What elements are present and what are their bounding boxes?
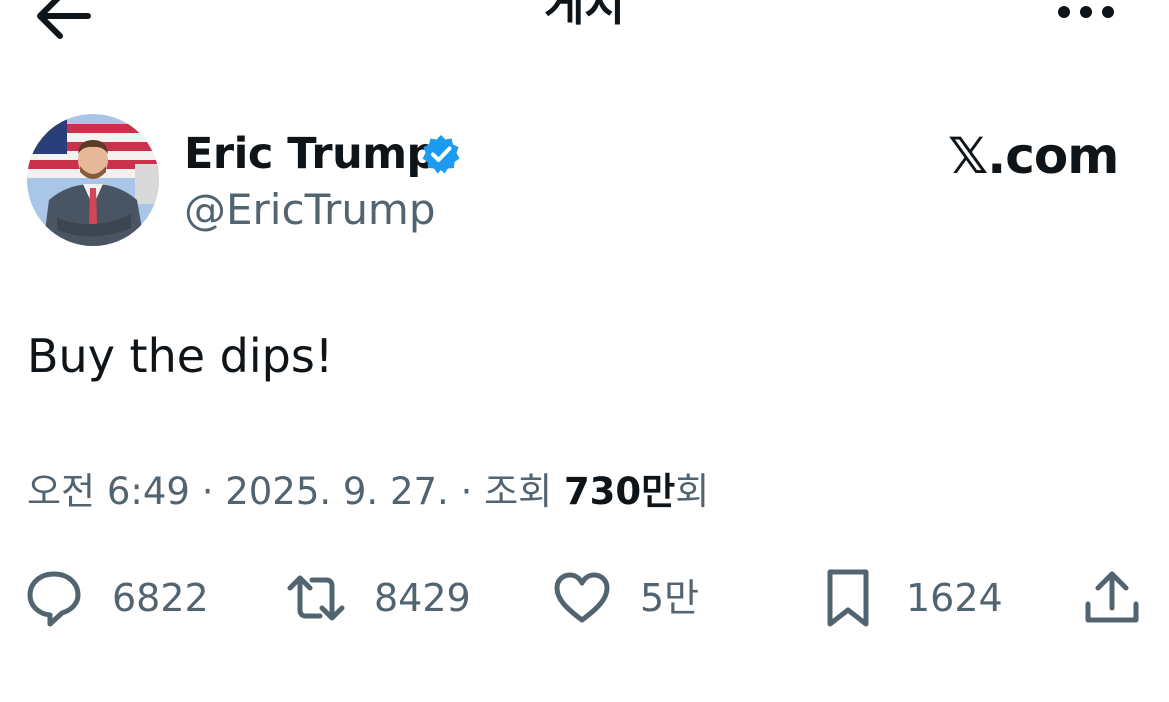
retweet-button[interactable]: 8429 [286, 568, 471, 628]
view-suffix: 회 [675, 470, 710, 513]
tweet-text: Buy the dips! [27, 329, 334, 383]
avatar[interactable] [27, 114, 159, 246]
share-button[interactable] [1082, 568, 1142, 628]
retweet-count: 8429 [374, 576, 471, 620]
reply-button[interactable]: 6822 [24, 568, 209, 628]
bookmark-count: 1624 [906, 576, 1003, 620]
page-title: 게시 [544, 0, 625, 31]
reply-count: 6822 [112, 576, 209, 620]
retweet-icon [287, 575, 345, 621]
verified-badge-icon [420, 133, 462, 175]
heart-icon [554, 572, 610, 623]
bookmark-icon [827, 569, 869, 627]
more-button[interactable] [1052, 0, 1120, 32]
bookmark-button[interactable]: 1624 [818, 568, 1003, 628]
reply-icon [27, 571, 81, 627]
x-watermark: 𝕏.com [948, 127, 1119, 185]
like-button[interactable]: 5만 [552, 568, 699, 628]
avatar-image [27, 114, 159, 246]
timestamp: 오전 6:49 · 2025. 9. 27. · 조회 [27, 470, 564, 513]
author-handle[interactable]: @EricTrump [184, 182, 436, 238]
view-count: 730만 [563, 470, 676, 513]
author-name[interactable]: Eric Trump [184, 126, 437, 182]
more-horizontal-icon [1058, 6, 1114, 18]
like-count: 5만 [640, 576, 700, 620]
tweet-meta: 오전 6:49 · 2025. 9. 27. · 조회 730만회 [27, 466, 709, 518]
share-icon [1085, 571, 1139, 623]
next-section-cutoff [0, 690, 1169, 702]
